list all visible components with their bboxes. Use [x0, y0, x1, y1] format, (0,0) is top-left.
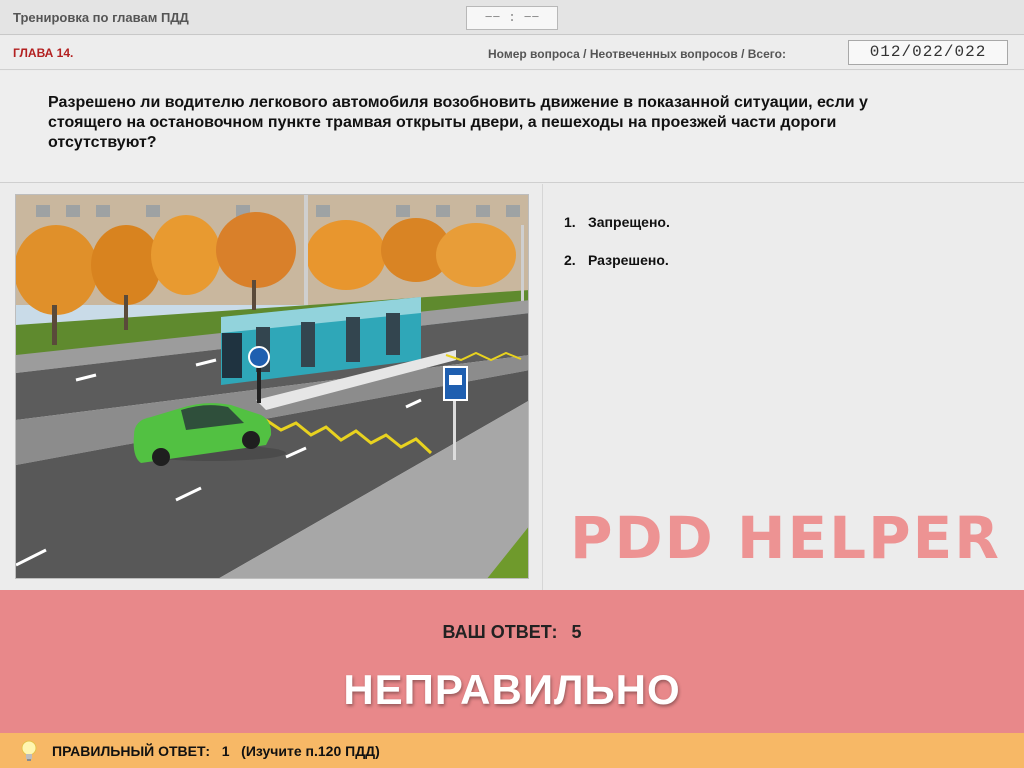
- answer-number: 2.: [564, 252, 576, 268]
- result-panel: ВАШ ОТВЕТ: 5 НЕПРАВИЛЬНО: [0, 590, 1024, 733]
- timer-display: −− : −−: [466, 6, 558, 30]
- question-image: [15, 194, 529, 579]
- question-counter: 012/022/022: [848, 40, 1008, 65]
- question-panel: Разрешено ли водителю легкового автомоби…: [0, 71, 1024, 183]
- your-answer: ВАШ ОТВЕТ: 5: [0, 622, 1024, 643]
- app-title: Тренировка по главам ПДД: [13, 10, 189, 25]
- top-bar: Тренировка по главам ПДД −− : −−: [0, 0, 1024, 35]
- question-info-bar: ГЛАВА 14. Номер вопроса / Неотвеченных в…: [0, 36, 1024, 70]
- verdict-text: НЕПРАВИЛЬНО: [343, 666, 681, 713]
- question-text: Разрешено ли водителю легкового автомоби…: [48, 94, 868, 151]
- correct-answer-text: ПРАВИЛЬНЫЙ ОТВЕТ: 1 (Изучите п.120 ПДД): [52, 743, 380, 759]
- your-answer-label: ВАШ ОТВЕТ:: [442, 622, 558, 642]
- answer-number: 1.: [564, 214, 576, 230]
- question-counter-label: Номер вопроса / Неотвеченных вопросов / …: [488, 47, 786, 61]
- answer-label: Запрещено.: [588, 214, 670, 230]
- watermark-logo: PDD HELPER: [570, 504, 1001, 572]
- lightbulb-icon: [21, 740, 37, 761]
- answer-option-1[interactable]: 1. Запрещено.: [564, 214, 670, 230]
- chapter-label: ГЛАВА 14.: [13, 46, 74, 60]
- answers-panel: 1. Запрещено. 2. Разрешено. PDD HELPER: [544, 184, 1024, 590]
- your-answer-value: 5: [571, 622, 582, 642]
- image-panel: [0, 184, 543, 590]
- answer-option-2[interactable]: 2. Разрешено.: [564, 252, 669, 268]
- correct-answer-bar: ПРАВИЛЬНЫЙ ОТВЕТ: 1 (Изучите п.120 ПДД): [0, 733, 1024, 768]
- answer-label: Разрешено.: [588, 252, 669, 268]
